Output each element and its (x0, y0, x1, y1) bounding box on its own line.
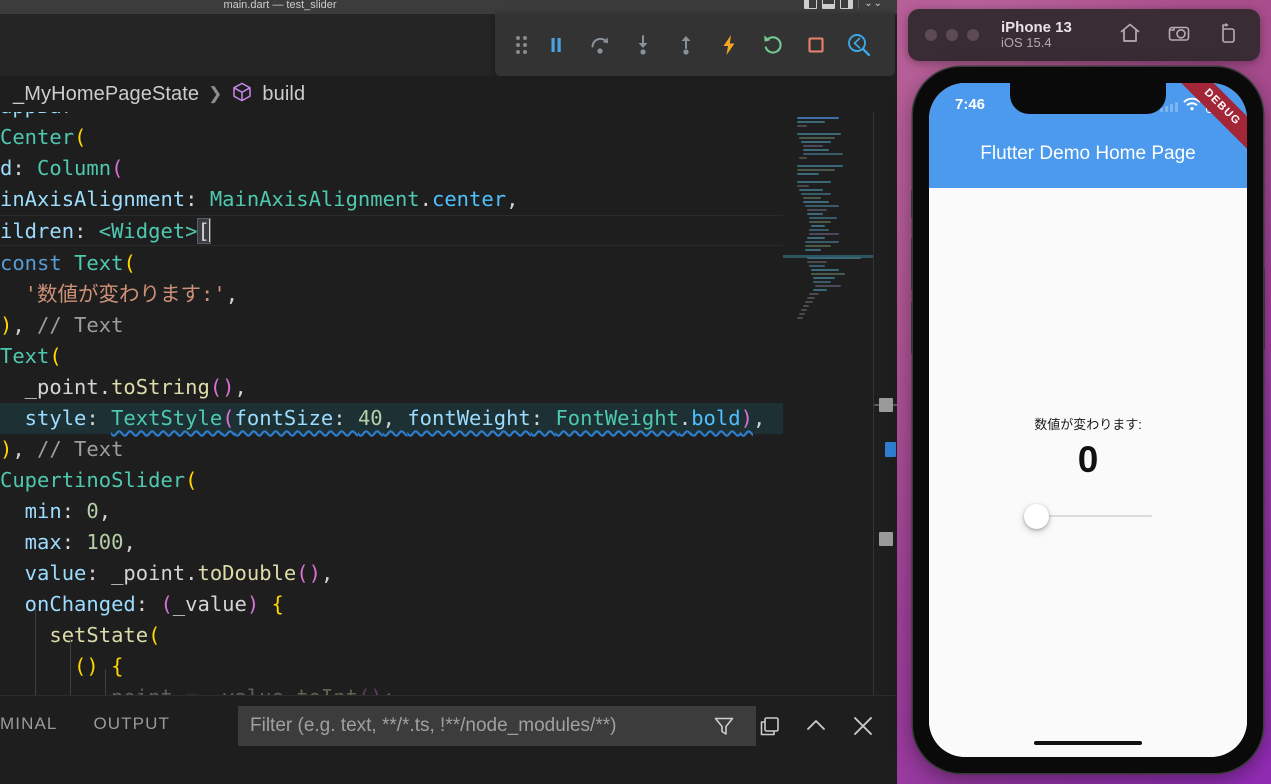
filter-icon[interactable] (712, 714, 736, 738)
step-out-icon (681, 36, 691, 55)
stop-button[interactable] (794, 23, 837, 67)
zoom-window-button[interactable] (967, 29, 979, 41)
app-bar-title: Flutter Demo Home Page (980, 143, 1196, 164)
home-icon[interactable] (1118, 21, 1142, 50)
step-over-button[interactable] (578, 23, 621, 67)
app-content: 数値が変わります: 0 (929, 188, 1247, 757)
app-window: main.dart — test_slider ⌄⌄ _MyHomePageSt… (0, 0, 1271, 784)
grip-dots-icon[interactable] (509, 23, 535, 67)
tab-output[interactable]: OUTPUT (93, 714, 169, 734)
toggle-primary-sidebar-icon[interactable] (804, 0, 818, 9)
device-info: iPhone 13 iOS 15.4 (1001, 19, 1072, 51)
home-indicator (1034, 741, 1142, 745)
filter-input[interactable] (238, 715, 756, 737)
close-panel-icon[interactable] (850, 713, 876, 739)
filter-field-wrapper[interactable] (238, 706, 756, 746)
cupertino-slider[interactable] (1024, 501, 1152, 531)
customize-layout-icon[interactable]: ⌄⌄ (864, 0, 883, 9)
step-into-button[interactable] (621, 23, 664, 67)
lightning-icon (723, 35, 735, 55)
split-panel-icon[interactable] (758, 714, 782, 738)
step-into-icon (638, 35, 648, 55)
titlebar-actions: ⌄⌄ (804, 0, 883, 9)
method-cube-icon (231, 81, 253, 108)
device-name: iPhone 13 (1001, 18, 1072, 36)
debug-toolbar (495, 14, 895, 76)
pause-icon (551, 38, 561, 52)
device-os-version: iOS 15.4 (1001, 35, 1052, 51)
phone-screen[interactable]: 7:46 Flutter Demo Home Page DEBUG 数値が変わり… (929, 83, 1247, 757)
hot-reload-button[interactable] (708, 23, 751, 67)
close-window-button[interactable] (925, 29, 937, 41)
scrollbar-overview-mark (879, 532, 893, 546)
toggle-panel-icon[interactable] (822, 0, 836, 9)
breadcrumb: _MyHomePageState ❯ build (0, 76, 897, 112)
breadcrumb-item-class[interactable]: _MyHomePageState (13, 83, 199, 106)
minimize-window-button[interactable] (946, 29, 958, 41)
scrollbar-overview-mark (879, 398, 893, 412)
screenshot-camera-icon[interactable] (1167, 21, 1191, 50)
panel-actions (712, 706, 876, 746)
vscode-window: main.dart — test_slider ⌄⌄ _MyHomePageSt… (0, 0, 897, 784)
slider-thumb[interactable] (1024, 504, 1049, 530)
hot-restart-button[interactable] (751, 23, 794, 67)
pause-button[interactable] (535, 23, 578, 67)
flutter-inspector-icon (848, 34, 871, 57)
breadcrumb-item-method[interactable]: build (262, 83, 305, 106)
value-label: 数値が変わります: (1034, 416, 1142, 432)
value-display: 0 (1077, 438, 1099, 480)
iphone-device: 7:46 Flutter Demo Home Page DEBUG 数値が変わり… (913, 67, 1263, 773)
class-icon[interactable] (0, 85, 4, 103)
code-editor[interactable]: appBar Center( d: Column( inAxisAlignmen… (0, 112, 783, 695)
editor-minimap[interactable] (783, 112, 873, 695)
simulator-titlebar: iPhone 13 iOS 15.4 (908, 9, 1260, 61)
window-title: main.dart — test_slider (223, 0, 337, 11)
toggle-secondary-sidebar-icon[interactable] (840, 0, 854, 9)
window-titlebar: main.dart — test_slider ⌄⌄ (0, 0, 897, 14)
step-out-button[interactable] (664, 23, 707, 67)
simulator-toolbar-icons (1118, 21, 1240, 50)
restart-icon (763, 35, 782, 54)
window-traffic-lights (925, 29, 979, 41)
chevron-right-icon: ❯ (208, 84, 223, 103)
device-notch (1010, 83, 1166, 114)
inspector-button[interactable] (838, 23, 881, 67)
rotate-device-icon[interactable] (1216, 21, 1240, 50)
stop-square-icon (808, 37, 824, 53)
editor-scrollbar[interactable] (873, 112, 897, 695)
scrollbar-error-mark (885, 442, 896, 457)
tab-terminal[interactable]: MINAL (0, 714, 57, 734)
step-over-icon (591, 37, 608, 54)
status-bar-time: 7:46 (955, 96, 986, 113)
panel-tabs: MINAL OUTPUT (0, 706, 170, 742)
titlebar-divider (858, 0, 860, 9)
maximize-panel-icon[interactable] (804, 714, 828, 738)
